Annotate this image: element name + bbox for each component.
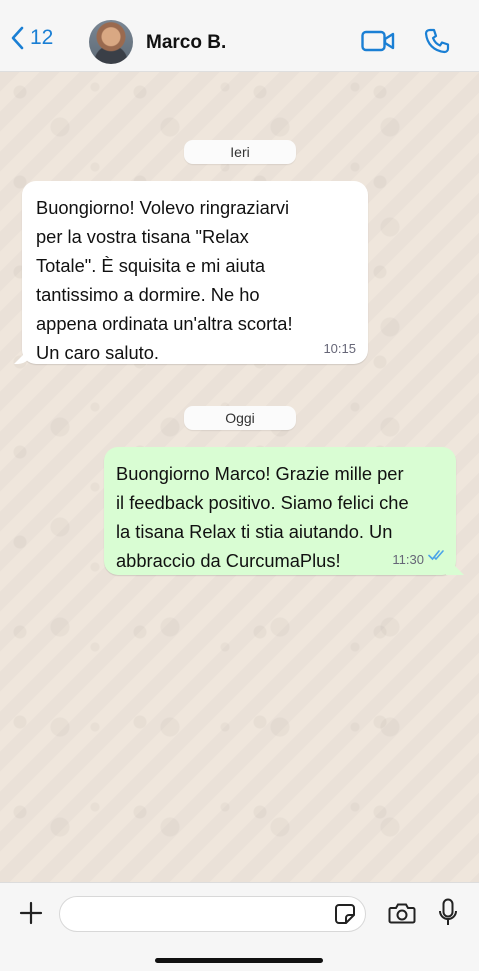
message-time: 10:15 xyxy=(323,341,356,356)
avatar[interactable] xyxy=(89,20,133,64)
video-call-icon[interactable] xyxy=(361,30,395,57)
unread-count: 12 xyxy=(30,26,54,49)
date-separator-today: Oggi xyxy=(184,406,296,430)
back-button[interactable]: 12 xyxy=(10,26,53,50)
message-input[interactable] xyxy=(59,896,366,932)
chevron-left-icon xyxy=(10,26,24,50)
sticker-icon[interactable] xyxy=(334,903,356,930)
phone-call-icon[interactable] xyxy=(424,28,450,59)
plus-icon[interactable] xyxy=(19,901,43,930)
camera-icon[interactable] xyxy=(388,901,416,930)
home-indicator xyxy=(155,958,323,963)
contact-name[interactable]: Marco B. xyxy=(146,32,226,54)
message-time: 11:30 xyxy=(392,552,424,567)
incoming-message-bubble[interactable]: Buongiorno! Volevo ringraziarvi per la v… xyxy=(22,181,368,364)
outgoing-message-bubble[interactable]: Buongiorno Marco! Grazie mille per il fe… xyxy=(104,447,456,575)
microphone-icon[interactable] xyxy=(438,898,458,933)
message-input-bar xyxy=(0,882,479,971)
date-separator-yesterday: Ieri xyxy=(184,140,296,164)
chat-header: 12 Marco B. xyxy=(0,0,479,72)
message-text: Buongiorno! Volevo ringraziarvi per la v… xyxy=(36,197,293,363)
read-receipt-icon xyxy=(428,548,446,566)
